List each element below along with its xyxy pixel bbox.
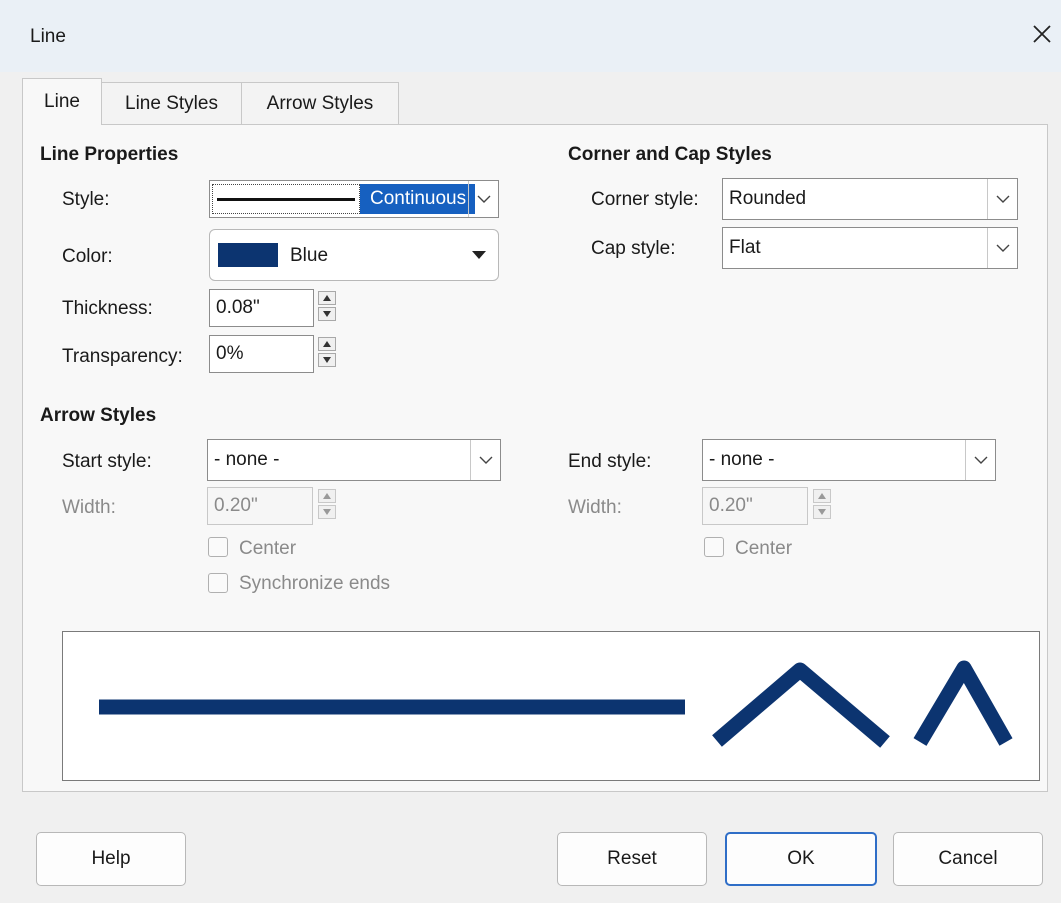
start-width-label: Width:	[62, 497, 116, 518]
line-preview	[62, 631, 1040, 781]
reset-button[interactable]: Reset	[557, 832, 707, 886]
color-dropdown[interactable]: Blue	[209, 229, 499, 281]
spin-up-icon[interactable]	[318, 489, 336, 503]
start-width-input[interactable]: 0.20"	[207, 487, 313, 525]
chevron-down-icon[interactable]	[987, 179, 1017, 219]
style-dropdown[interactable]: Continuous	[209, 180, 499, 218]
cap-style-dropdown[interactable]: Flat	[722, 227, 1018, 269]
tab-label: Line	[44, 91, 80, 112]
end-center-checkbox[interactable]	[704, 537, 724, 557]
tab-arrow-styles[interactable]: Arrow Styles	[241, 82, 399, 124]
chevron-down-icon[interactable]	[468, 181, 498, 217]
title-bar: Line	[0, 0, 1061, 72]
close-icon	[1033, 25, 1051, 43]
tab-label: Line Styles	[125, 92, 218, 114]
tab-label: Arrow Styles	[266, 92, 374, 114]
spin-up-icon[interactable]	[813, 489, 831, 503]
corner-style-label: Corner style:	[591, 189, 699, 210]
thickness-input[interactable]: 0.08"	[209, 289, 314, 327]
transparency-spinner[interactable]	[318, 337, 336, 369]
dropdown-triangle-icon	[472, 251, 486, 259]
close-button[interactable]	[1026, 16, 1058, 52]
thickness-spinner[interactable]	[318, 291, 336, 323]
start-style-label: Start style:	[62, 451, 152, 472]
cap-style-value: Flat	[729, 237, 761, 258]
start-width-spinner[interactable]	[318, 489, 336, 521]
tab-line[interactable]: Line	[22, 78, 102, 125]
dialog-title: Line	[30, 26, 66, 47]
arrow-styles-heading: Arrow Styles	[40, 405, 157, 426]
start-center-label: Center	[239, 538, 297, 559]
spin-down-icon[interactable]	[318, 353, 336, 367]
color-swatch	[218, 243, 278, 267]
end-style-value: - none -	[709, 449, 775, 470]
style-preview	[212, 184, 360, 214]
corner-cap-heading: Corner and Cap Styles	[568, 144, 772, 165]
transparency-input[interactable]: 0%	[209, 335, 314, 373]
end-width-input[interactable]: 0.20"	[702, 487, 808, 525]
end-width-spinner[interactable]	[813, 489, 831, 521]
start-style-value: - none -	[214, 449, 280, 470]
line-preview-drawing	[99, 660, 1013, 748]
help-button[interactable]: Help	[36, 832, 186, 886]
style-label: Style:	[62, 189, 110, 210]
thickness-label: Thickness:	[62, 298, 153, 319]
end-style-dropdown[interactable]: - none -	[702, 439, 996, 481]
synchronize-ends-label: Synchronize ends	[239, 573, 391, 594]
start-style-dropdown[interactable]: - none -	[207, 439, 501, 481]
spin-up-icon[interactable]	[318, 337, 336, 351]
spin-down-icon[interactable]	[318, 505, 336, 519]
cap-style-label: Cap style:	[591, 238, 676, 259]
end-center-label: Center	[735, 538, 793, 559]
color-label: Color:	[62, 246, 113, 267]
synchronize-ends-checkbox[interactable]	[208, 573, 228, 593]
tab-line-styles[interactable]: Line Styles	[101, 82, 242, 124]
cancel-button[interactable]: Cancel	[893, 832, 1043, 886]
chevron-down-icon[interactable]	[987, 228, 1017, 268]
end-width-label: Width:	[568, 497, 622, 518]
corner-style-dropdown[interactable]: Rounded	[722, 178, 1018, 220]
preview-corner-line	[712, 662, 890, 748]
spin-up-icon[interactable]	[318, 291, 336, 305]
color-value: Blue	[290, 245, 329, 266]
ok-button[interactable]: OK	[725, 832, 877, 886]
line-properties-heading: Line Properties	[40, 144, 179, 165]
start-center-checkbox[interactable]	[208, 537, 228, 557]
corner-style-value: Rounded	[729, 188, 807, 209]
chevron-down-icon[interactable]	[965, 440, 995, 480]
style-value: Continuous	[360, 184, 475, 214]
end-style-label: End style:	[568, 451, 652, 472]
preview-sharp-corner-line	[913, 660, 1013, 746]
transparency-label: Transparency:	[62, 346, 183, 367]
spin-down-icon[interactable]	[318, 307, 336, 321]
spin-down-icon[interactable]	[813, 505, 831, 519]
chevron-down-icon[interactable]	[470, 440, 500, 480]
